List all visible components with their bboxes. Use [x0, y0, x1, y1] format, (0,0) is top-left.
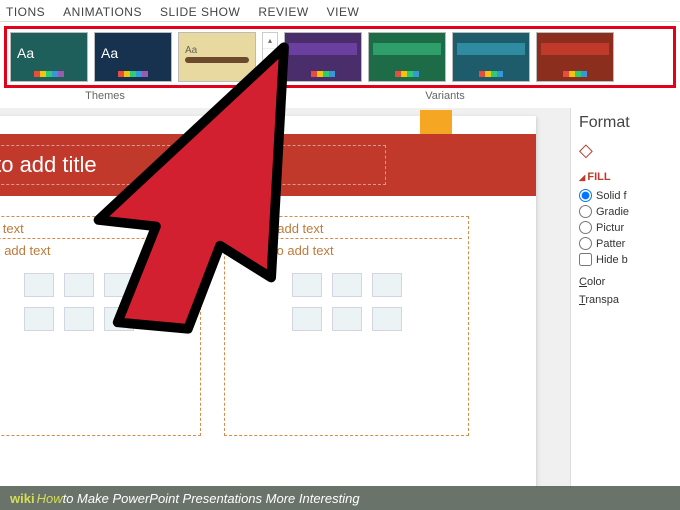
gallery-more-button[interactable]: ▴ ▾ ▾ — [262, 32, 278, 82]
fill-solid-radio[interactable]: Solid f — [579, 189, 674, 202]
tab-slideshow[interactable]: SLIDE SHOW — [160, 5, 240, 19]
fill-gradient-radio[interactable]: Gradie — [579, 205, 674, 218]
theme-aa-label: Aa — [17, 45, 34, 61]
more-icon: ▾ — [263, 65, 277, 81]
theme-thumb-3[interactable]: Aa — [178, 32, 256, 82]
insert-video-icon[interactable] — [104, 307, 134, 331]
design-gallery: Aa Aa Aa ▴ ▾ ▾ — [4, 26, 676, 88]
chevron-down-icon: ▾ — [263, 49, 277, 65]
tab-animations[interactable]: ANIMATIONS — [63, 5, 142, 19]
slide: ck to add title to add text ck to add te… — [0, 116, 536, 488]
theme-thumb-2[interactable]: Aa — [94, 32, 172, 82]
tutorial-caption: wikiHow to Make PowerPoint Presentations… — [0, 486, 680, 510]
content-bullet-right: Click to add text — [231, 243, 462, 259]
ribbon-tabs: TIONS ANIMATIONS SLIDE SHOW REVIEW VIEW — [0, 0, 680, 22]
fill-section-header[interactable]: FILL — [579, 171, 674, 183]
insert-online-picture-icon[interactable] — [332, 307, 362, 331]
title-placeholder[interactable]: ck to add title — [0, 145, 386, 185]
insert-icon-grid[interactable] — [282, 273, 412, 331]
theme-thumb-1[interactable]: Aa — [10, 32, 88, 82]
content-header-right: Click to add text — [231, 221, 462, 239]
insert-icon-grid[interactable] — [14, 273, 144, 331]
insert-video-icon[interactable] — [372, 307, 402, 331]
theme-aa-label: Aa — [101, 45, 118, 61]
slide-canvas[interactable]: ck to add title to add text ck to add te… — [0, 108, 570, 488]
theme-aa-label: Aa — [185, 45, 197, 56]
variant-thumb-3[interactable] — [452, 32, 530, 82]
content-header-left: to add text — [0, 221, 194, 239]
format-pane-title: Format — [579, 114, 674, 132]
insert-smartart-icon[interactable] — [104, 273, 134, 297]
caption-text: to Make PowerPoint Presentations More In… — [63, 491, 360, 506]
themes-label: Themes — [0, 90, 210, 102]
transparency-link[interactable]: Transpa — [579, 294, 674, 306]
tab-review[interactable]: REVIEW — [258, 5, 308, 19]
gallery-labels: Themes Variants — [0, 90, 680, 102]
title-band: ck to add title — [0, 134, 536, 196]
variant-thumb-4[interactable] — [536, 32, 614, 82]
variants-label: Variants — [210, 90, 680, 102]
caption-brand-prefix: wiki — [10, 491, 35, 506]
tab-view[interactable]: VIEW — [327, 5, 360, 19]
content-placeholder-left[interactable]: to add text ck to add text — [0, 216, 201, 436]
insert-chart-icon[interactable] — [332, 273, 362, 297]
caption-brand-suffix: How — [37, 491, 63, 506]
insert-picture-icon[interactable] — [292, 307, 322, 331]
variant-thumb-1[interactable] — [284, 32, 362, 82]
fill-picture-radio[interactable]: Pictur — [579, 221, 674, 234]
insert-chart-icon[interactable] — [64, 273, 94, 297]
insert-online-picture-icon[interactable] — [64, 307, 94, 331]
insert-table-icon[interactable] — [292, 273, 322, 297]
chevron-up-icon: ▴ — [263, 33, 277, 49]
fill-bucket-icon[interactable]: ◇ — [579, 140, 593, 161]
insert-table-icon[interactable] — [24, 273, 54, 297]
hide-background-checkbox[interactable]: Hide b — [579, 253, 674, 266]
content-bullet-left: ck to add text — [0, 243, 194, 259]
insert-picture-icon[interactable] — [24, 307, 54, 331]
variant-thumb-2[interactable] — [368, 32, 446, 82]
fill-pattern-radio[interactable]: Patter — [579, 237, 674, 250]
format-pane: Format ◇ FILL Solid f Gradie Pictur Patt… — [570, 108, 680, 488]
tab-transitions[interactable]: TIONS — [6, 5, 45, 19]
color-picker-link[interactable]: Color — [579, 276, 674, 288]
insert-smartart-icon[interactable] — [372, 273, 402, 297]
content-placeholder-right[interactable]: Click to add text Click to add text — [224, 216, 469, 436]
